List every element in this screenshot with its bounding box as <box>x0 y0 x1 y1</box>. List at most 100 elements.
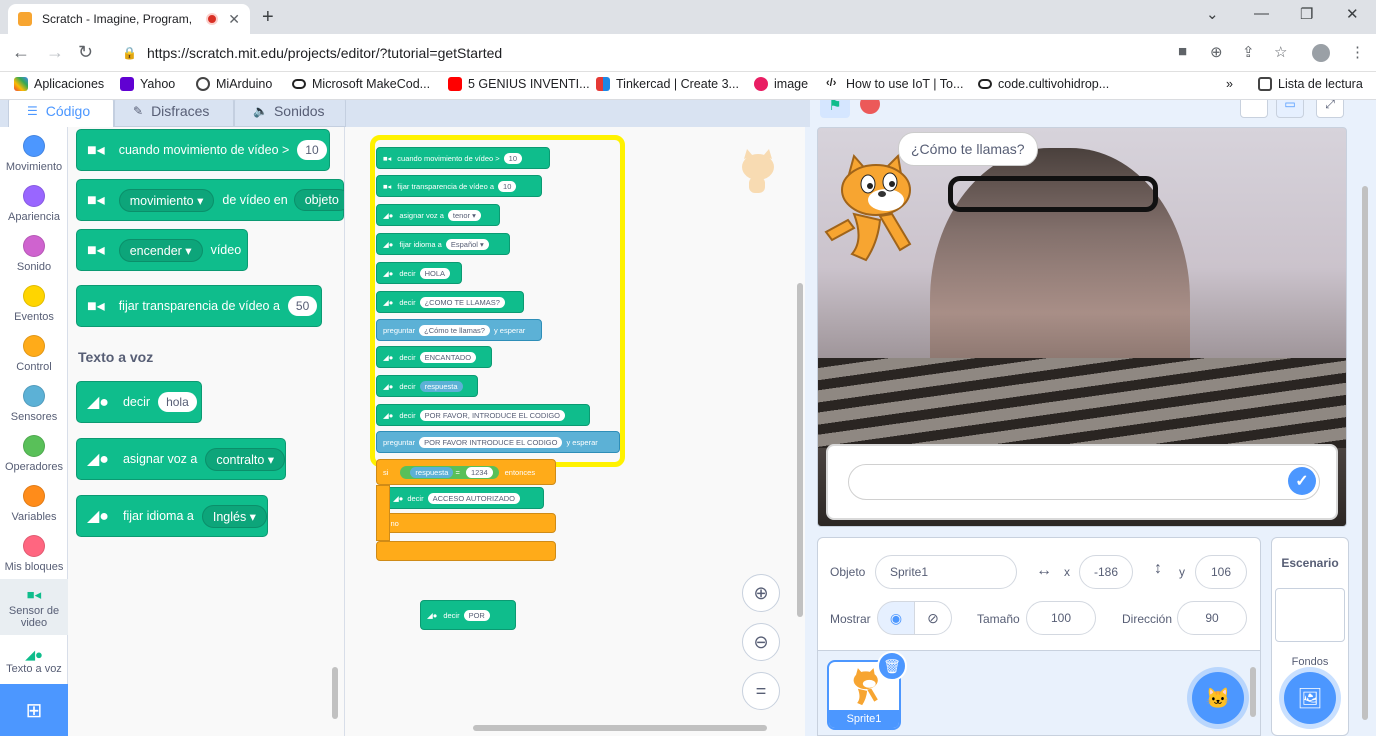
tab-code[interactable]: ☰ Código <box>8 100 114 127</box>
bookmark-apps[interactable]: Aplicaciones <box>14 77 104 91</box>
script-block[interactable]: ■◂ fijar transparencia de vídeo a 10 <box>376 175 542 197</box>
script-block[interactable]: ◢● fijar idioma a Español ▾ <box>376 233 510 255</box>
block-dropdown[interactable]: objeto <box>293 189 344 211</box>
submit-answer-button[interactable]: ✓ <box>1288 467 1316 495</box>
block-turn-video[interactable]: ■◂ encender ▾ vídeo <box>76 229 248 271</box>
bookmark-miarduino[interactable]: MiArduino <box>196 77 272 91</box>
block-input[interactable]: ¿COMO TE LLAMAS? <box>419 296 505 308</box>
delete-sprite-button[interactable]: 🗑 <box>877 651 907 681</box>
reporter-answer[interactable]: respuesta <box>410 466 454 478</box>
camera-icon[interactable]: ■ <box>1178 43 1187 60</box>
bookmark-cultivo[interactable]: code.cultivohidrop... <box>978 77 1109 91</box>
block-input[interactable]: 10 <box>503 152 522 164</box>
y-position-field[interactable]: 106 <box>1195 555 1247 589</box>
share-icon[interactable]: ⇪ <box>1242 43 1255 61</box>
block-input[interactable]: POR FAVOR INTRODUCE EL CODIGO <box>419 436 563 448</box>
choose-sprite-button[interactable]: 🐱 <box>1192 672 1244 724</box>
bookmark-makecode[interactable]: Microsoft MakeCod... <box>292 77 430 91</box>
block-input[interactable]: 10 <box>297 140 327 160</box>
block-dropdown[interactable]: movimiento ▾ <box>118 188 215 212</box>
script-block[interactable]: ◢● decir respuesta <box>376 375 478 397</box>
script-block[interactable]: ◢● decir HOLA <box>376 262 462 284</box>
profile-avatar-icon[interactable] <box>1312 44 1330 62</box>
choose-backdrop-button[interactable]: 🖼 <box>1284 672 1336 724</box>
loose-say-block[interactable]: ◢● decir POR <box>420 600 516 630</box>
reading-list[interactable]: Lista de lectura <box>1258 77 1363 91</box>
block-input[interactable]: tenor ▾ <box>447 209 481 221</box>
category-sensing[interactable]: Sensores <box>0 385 68 423</box>
answer-input[interactable] <box>848 464 1320 500</box>
block-input[interactable]: Español ▾ <box>445 238 489 250</box>
script-if-inner-say[interactable]: ◢● decir ACCESO AUTORIZADO <box>386 487 544 509</box>
category-sound[interactable]: Sonido <box>0 235 68 273</box>
block-input[interactable]: POR <box>463 609 490 621</box>
bookmark-image[interactable]: image <box>754 77 808 91</box>
script-block[interactable]: ■◂ cuando movimiento de vídeo >10 <box>376 147 550 169</box>
sprite-list-scrollbar[interactable] <box>1250 667 1256 717</box>
category-events[interactable]: Eventos <box>0 285 68 323</box>
script-if-block[interactable]: si respuesta = 1234 entonces <box>376 459 556 485</box>
block-dropdown[interactable]: Inglés ▾ <box>201 504 267 528</box>
normal-stage-button[interactable]: ▭ <box>1276 100 1304 118</box>
category-video-sensing[interactable]: ■◂ Sensor de video <box>0 579 68 635</box>
block-video-motion-on[interactable]: ■◂ movimiento ▾ de vídeo en objeto <box>76 179 344 221</box>
more-bookmarks-icon[interactable]: » <box>1226 77 1233 91</box>
equals-operator[interactable]: respuesta = 1234 <box>400 465 499 479</box>
zoom-out-button[interactable]: ⊖ <box>742 623 780 661</box>
direction-field[interactable]: 90 <box>1177 601 1247 635</box>
close-window-button[interactable]: ✕ <box>1346 5 1359 23</box>
tab-search-icon[interactable]: ⌄ <box>1206 5 1219 23</box>
browser-tab[interactable]: Scratch - Imagine, Program, ✕ <box>8 4 250 34</box>
small-stage-button[interactable] <box>1240 100 1268 118</box>
stage[interactable]: ¿Cómo te llamas? ✓ <box>817 127 1347 527</box>
block-input[interactable]: hola <box>158 392 197 412</box>
sprite-name-field[interactable]: Sprite1 <box>875 555 1017 589</box>
category-motion[interactable]: Movimiento <box>0 135 68 173</box>
bookmark-tinkercad[interactable]: Tinkercad | Create 3... <box>596 77 739 91</box>
add-extension-button[interactable]: ⊞ <box>0 684 68 736</box>
block-input[interactable]: ENCANTADO <box>419 351 477 363</box>
script-block[interactable]: ◢● decir ENCANTADO <box>376 346 492 368</box>
zoom-icon[interactable]: ⊕ <box>1210 43 1223 61</box>
tab-sounds[interactable]: 🔈 Sonidos <box>234 100 346 127</box>
block-dropdown[interactable]: contralto ▾ <box>205 447 286 471</box>
minimize-button[interactable]: — <box>1254 5 1269 22</box>
stop-icon[interactable] <box>860 100 880 114</box>
reload-icon[interactable]: ↻ <box>78 42 93 63</box>
category-variables[interactable]: Variables <box>0 485 68 523</box>
address-bar[interactable]: 🔒 https://scratch.mit.edu/projects/edito… <box>110 38 1166 68</box>
block-set-video-transparency[interactable]: ■◂ fijar transparencia de vídeo a 50 <box>76 285 322 327</box>
palette-scrollbar[interactable] <box>332 667 338 719</box>
script-block[interactable]: ◢● asignar voz a tenor ▾ <box>376 204 500 226</box>
green-flag-icon[interactable]: ⚑ <box>820 100 850 118</box>
workspace-horizontal-scrollbar[interactable] <box>473 725 767 731</box>
backdrop-thumbnail[interactable] <box>1275 588 1345 642</box>
block-input[interactable]: 1234 <box>465 466 493 478</box>
block-input[interactable]: ¿Cómo te llamas? <box>419 324 490 336</box>
maximize-button[interactable]: ❐ <box>1300 5 1313 23</box>
x-position-field[interactable]: -186 <box>1079 555 1133 589</box>
block-set-voice[interactable]: ◢● asignar voz a contralto ▾ <box>76 438 286 480</box>
bookmark-star-icon[interactable]: ☆ <box>1274 43 1287 61</box>
category-text-to-speech[interactable]: ◢● Texto a voz <box>0 645 68 679</box>
category-control[interactable]: Control <box>0 335 68 373</box>
new-tab-button[interactable]: + <box>262 6 274 29</box>
category-my-blocks[interactable]: Mis bloques <box>0 535 68 573</box>
menu-kebab-icon[interactable]: ⋮ <box>1350 43 1365 61</box>
script-block[interactable]: ◢● decir POR FAVOR, INTRODUCE EL CODIGO <box>376 404 590 426</box>
block-dropdown[interactable]: encender ▾ <box>118 238 203 262</box>
page-scrollbar[interactable] <box>1362 186 1368 720</box>
show-sprite-button[interactable]: ◉ <box>877 601 915 635</box>
forward-icon[interactable]: → <box>46 42 64 63</box>
script-block[interactable]: preguntar ¿Cómo te llamas? y esperar <box>376 319 542 341</box>
category-looks[interactable]: Apariencia <box>0 185 68 223</box>
workspace-vertical-scrollbar[interactable] <box>797 283 803 617</box>
script-block[interactable]: ◢● decir ¿COMO TE LLAMAS? <box>376 291 524 313</box>
zoom-in-button[interactable]: ⊕ <box>742 574 780 612</box>
block-set-language[interactable]: ◢● fijar idioma a Inglés ▾ <box>76 495 268 537</box>
block-input[interactable]: ACCESO AUTORIZADO <box>427 492 520 504</box>
bookmark-yahoo[interactable]: Yahoo <box>120 77 175 91</box>
size-field[interactable]: 100 <box>1026 601 1096 635</box>
block-input[interactable]: POR FAVOR, INTRODUCE EL CODIGO <box>419 409 566 421</box>
bookmark-iot[interactable]: ‹/› How to use IoT | To... <box>826 77 963 91</box>
